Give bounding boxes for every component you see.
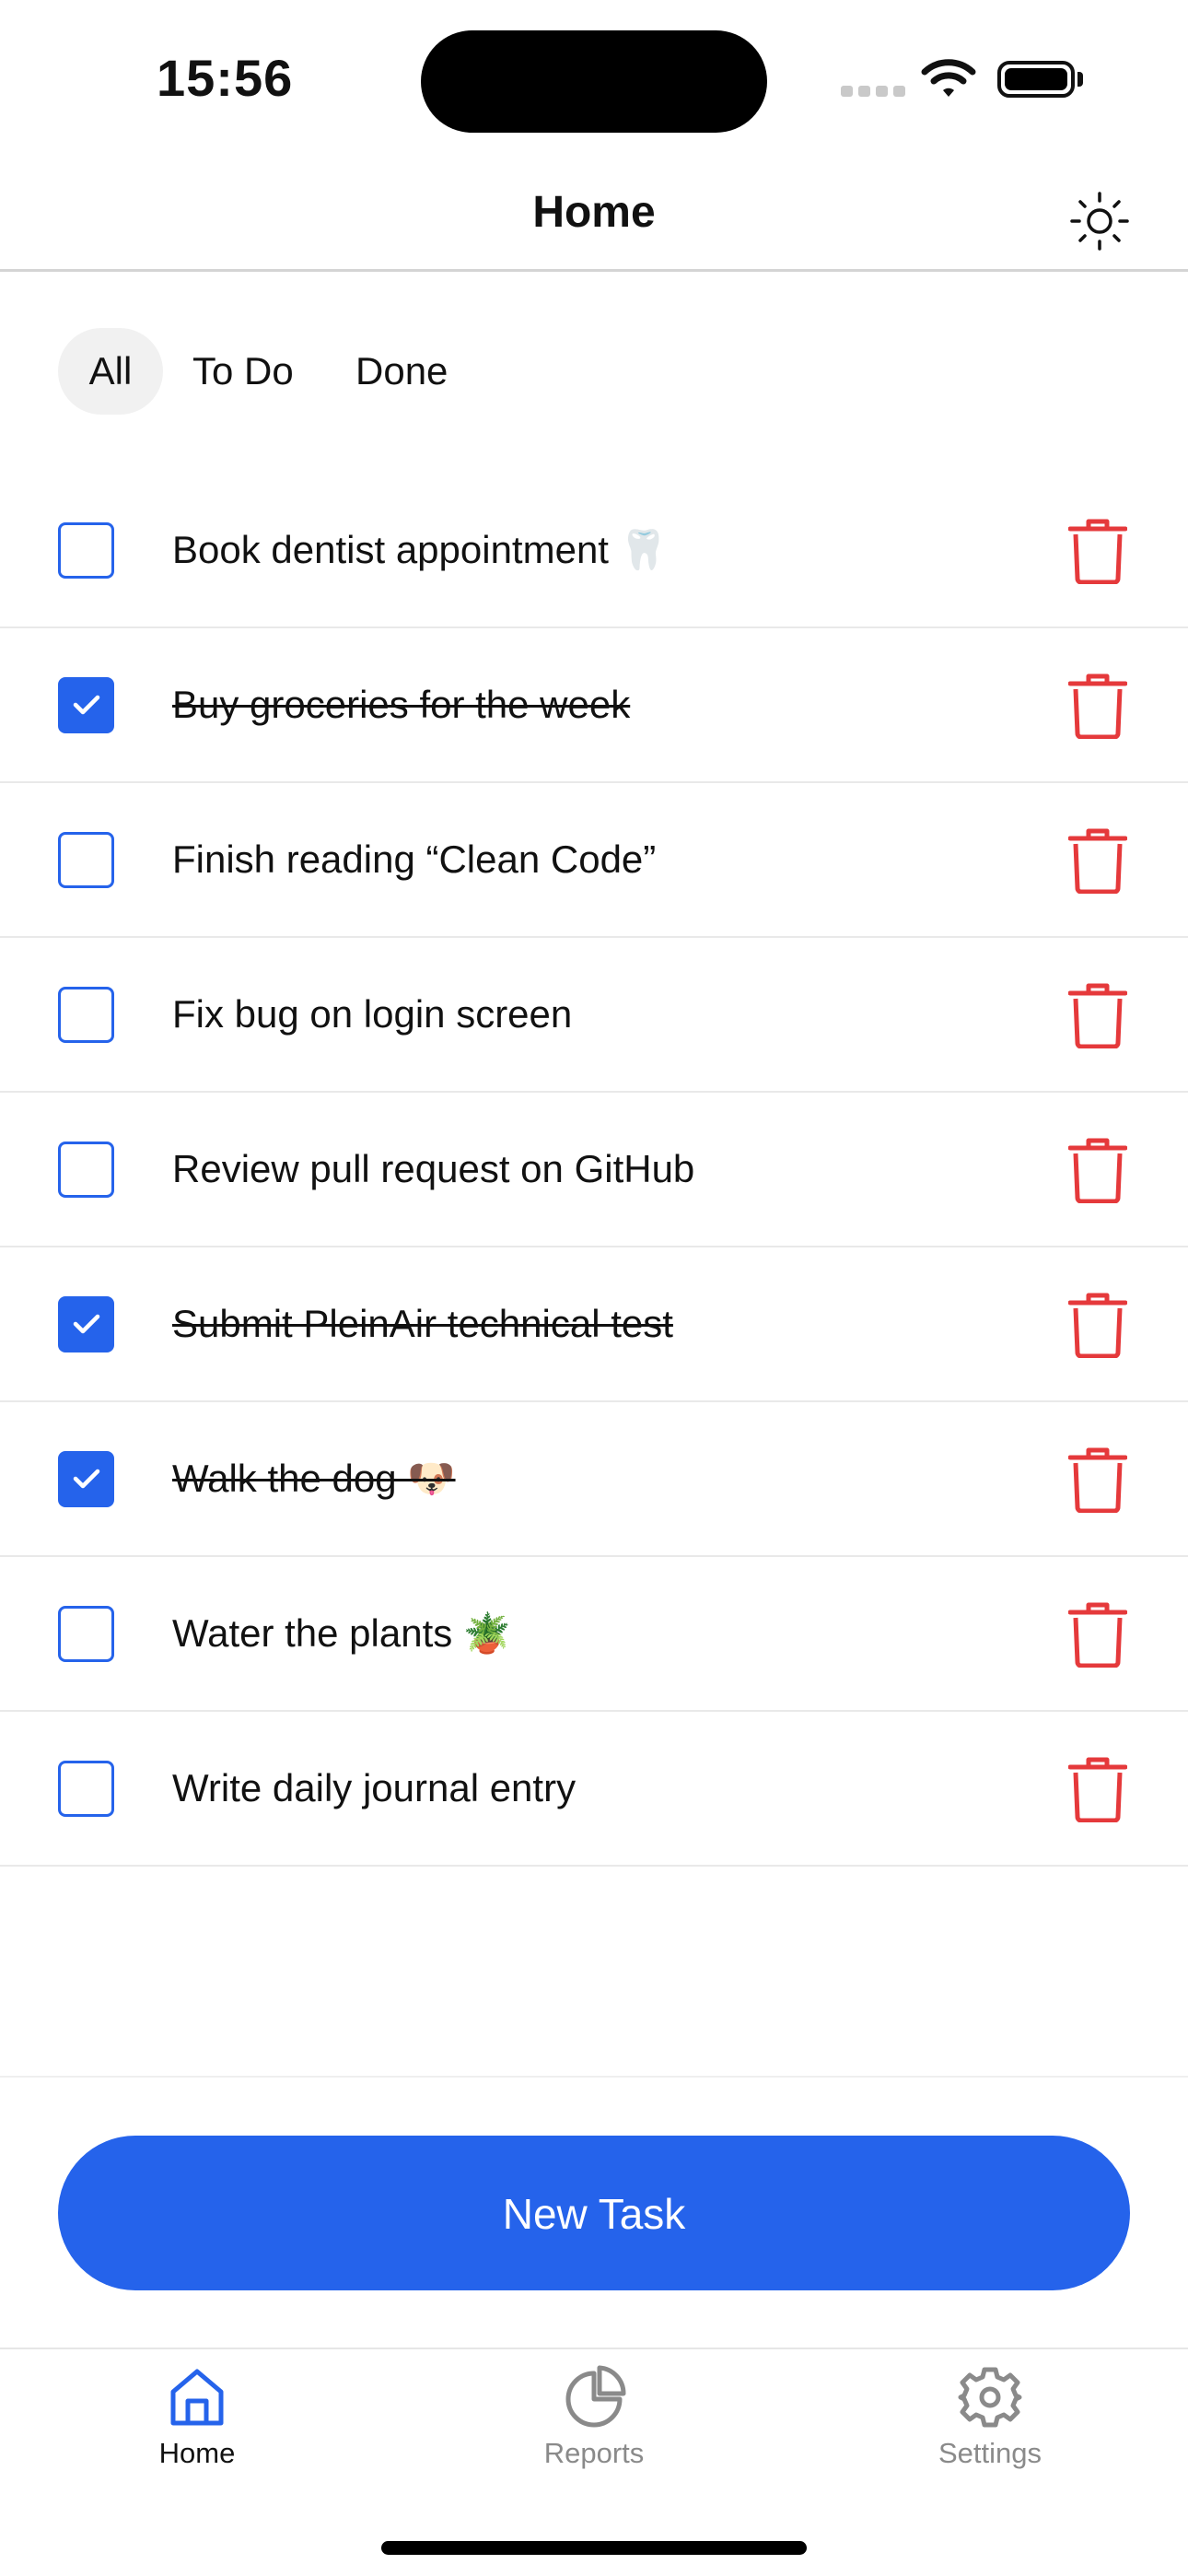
trash-icon — [1067, 673, 1128, 740]
trash-icon — [1067, 1138, 1128, 1204]
delete-task-button[interactable] — [1067, 673, 1128, 744]
task-checkbox[interactable] — [58, 987, 114, 1043]
delete-task-button[interactable] — [1067, 1756, 1128, 1827]
tab-bar-divider — [0, 2348, 1188, 2349]
tab-bar-item-home[interactable]: Home — [87, 2364, 308, 2470]
home-indicator — [381, 2541, 807, 2555]
delete-task-button[interactable] — [1067, 1292, 1128, 1363]
delete-task-button[interactable] — [1067, 982, 1128, 1053]
task-row: Write daily journal entry — [0, 1712, 1188, 1867]
task-checkbox[interactable] — [58, 1606, 114, 1662]
home-icon — [170, 2369, 224, 2426]
filter-tab-todo[interactable]: To Do — [192, 328, 294, 415]
checkmark-icon — [73, 1469, 100, 1489]
tab-bar-item-reports[interactable]: Reports — [483, 2364, 705, 2470]
page-title: Home — [532, 188, 656, 237]
task-label: Walk the dog 🐶 — [172, 1457, 456, 1500]
tab-bar-label-settings: Settings — [938, 2437, 1042, 2469]
task-row: Walk the dog 🐶 — [0, 1402, 1188, 1557]
trash-icon — [1067, 1602, 1128, 1669]
checkmark-icon — [73, 695, 100, 715]
task-label: Book dentist appointment 🦷 — [172, 528, 668, 571]
footer-divider — [0, 2076, 1188, 2078]
task-label: Submit PleinAir technical test — [172, 1302, 673, 1345]
task-checkbox[interactable] — [58, 1296, 114, 1352]
trash-icon — [1067, 1757, 1128, 1823]
task-label: Fix bug on login screen — [172, 992, 573, 1036]
task-label: Review pull request on GitHub — [172, 1147, 695, 1190]
task-checkbox[interactable] — [58, 677, 114, 733]
status-time: 15:56 — [157, 49, 294, 107]
task-row: Book dentist appointment 🦷 — [0, 474, 1188, 628]
trash-icon — [1067, 519, 1128, 585]
delete-task-button[interactable] — [1067, 1137, 1128, 1208]
tab-bar-label-reports: Reports — [543, 2437, 645, 2469]
task-checkbox[interactable] — [58, 1761, 114, 1817]
checkmark-icon — [73, 1314, 100, 1334]
task-label: Write daily journal entry — [172, 1766, 577, 1809]
delete-task-button[interactable] — [1067, 827, 1128, 898]
trash-icon — [1067, 1447, 1128, 1514]
task-checkbox[interactable] — [58, 522, 114, 579]
trash-icon — [1067, 1293, 1128, 1359]
filter-tab-done[interactable]: Done — [355, 328, 448, 415]
dynamic-island — [421, 30, 767, 133]
sun-icon[interactable] — [1066, 188, 1133, 254]
task-row: Review pull request on GitHub — [0, 1093, 1188, 1247]
trash-icon — [1067, 828, 1128, 895]
task-checkbox[interactable] — [58, 832, 114, 888]
task-label: Buy groceries for the week — [172, 683, 631, 726]
trash-icon — [1067, 983, 1128, 1049]
task-row: Fix bug on login screen — [0, 938, 1188, 1093]
tab-bar-item-settings[interactable]: Settings — [879, 2364, 1101, 2470]
tab-bar-label-home: Home — [158, 2437, 236, 2469]
delete-task-button[interactable] — [1067, 1601, 1128, 1672]
gear-icon — [958, 2367, 1022, 2428]
delete-task-button[interactable] — [1067, 1446, 1128, 1517]
wifi-icon — [921, 59, 976, 97]
task-row: Finish reading “Clean Code” — [0, 783, 1188, 938]
task-label: Finish reading “Clean Code” — [172, 837, 657, 881]
battery-icon — [997, 61, 1075, 98]
cellular-signal-icon — [841, 83, 911, 100]
task-label: Water the plants 🪴 — [172, 1611, 512, 1655]
filter-tab-all[interactable]: All — [58, 328, 163, 415]
task-row: Submit PleinAir technical test — [0, 1247, 1188, 1402]
task-row: Water the plants 🪴 — [0, 1557, 1188, 1712]
battery-cap — [1077, 72, 1083, 87]
task-row: Buy groceries for the week — [0, 628, 1188, 783]
pie-chart-icon — [565, 2365, 626, 2428]
header-divider — [0, 269, 1188, 272]
task-checkbox[interactable] — [58, 1142, 114, 1198]
task-checkbox[interactable] — [58, 1451, 114, 1507]
new-task-button[interactable]: New Task — [58, 2136, 1130, 2290]
delete-task-button[interactable] — [1067, 518, 1128, 589]
